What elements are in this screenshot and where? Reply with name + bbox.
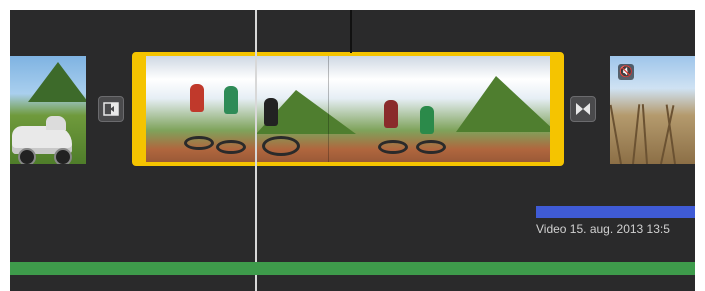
- audio-clip-bar[interactable]: [536, 206, 695, 218]
- background-music-track[interactable]: [10, 262, 695, 275]
- rider: [224, 86, 238, 114]
- speaker-mute-icon: 🔇: [618, 64, 634, 80]
- rider: [264, 98, 278, 126]
- rider: [384, 100, 398, 128]
- transition-button-2[interactable]: [570, 96, 596, 122]
- scenery-wheel: [18, 148, 36, 164]
- bowtie-transition-icon: [576, 103, 590, 115]
- bicycle: [416, 140, 446, 154]
- timeline[interactable]: 🔇 Video 15. aug. 2013 13:5: [10, 10, 695, 291]
- skimmer[interactable]: [350, 10, 352, 53]
- scenery-hill: [456, 76, 550, 132]
- video-clip-right[interactable]: 🔇: [610, 56, 695, 164]
- scenery-grass: [632, 104, 641, 164]
- rider: [420, 106, 434, 134]
- bicycle: [378, 140, 408, 154]
- audio-clip-label: Video 15. aug. 2013 13:5: [536, 222, 670, 236]
- bicycle: [262, 136, 300, 156]
- bicycle: [216, 140, 246, 154]
- clip-frame-divider: [328, 56, 329, 162]
- selected-video-clip[interactable]: [132, 52, 564, 166]
- scenery-mountain: [28, 62, 86, 102]
- playhead[interactable]: [255, 10, 257, 291]
- rider: [190, 84, 204, 112]
- video-clip-left[interactable]: [10, 56, 86, 164]
- transition-button-1[interactable]: [98, 96, 124, 122]
- scenery-grass: [610, 104, 622, 164]
- cross-dissolve-icon: [103, 102, 119, 116]
- scenery-grass: [641, 104, 648, 164]
- scenery-wheel: [54, 148, 72, 164]
- bicycle: [184, 136, 214, 150]
